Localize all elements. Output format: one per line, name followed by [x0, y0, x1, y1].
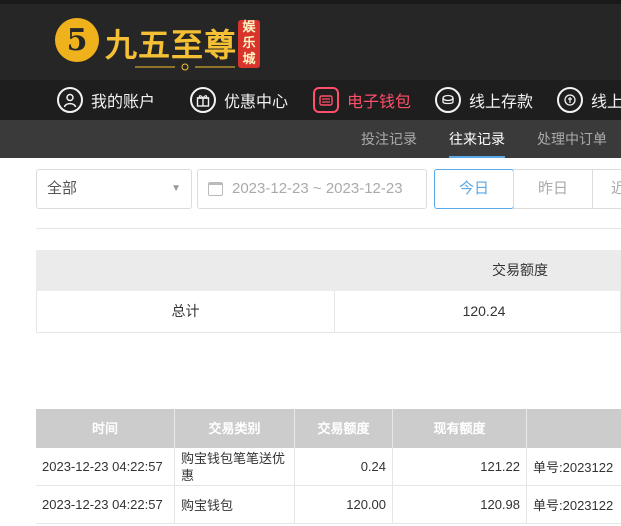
summary-header-label: 交易额度 — [492, 262, 548, 278]
cell-amount: 120.00 — [295, 486, 393, 523]
cell-balance: 120.98 — [393, 486, 527, 523]
cell-type: 购宝钱包笔笔送优惠 — [175, 448, 295, 485]
date-range-picker[interactable]: 2023-12-23 ~ 2023-12-23 — [197, 169, 427, 209]
deposit-icon — [435, 87, 461, 113]
today-button[interactable]: 今日 — [434, 169, 514, 209]
logo-ornament-icon — [135, 63, 235, 71]
yesterday-button[interactable]: 昨日 — [513, 169, 593, 209]
cell-amount: 0.24 — [295, 448, 393, 485]
nav-label: 线上存款 — [469, 94, 534, 111]
date-range-value: 2023-12-23 ~ 2023-12-23 — [232, 180, 403, 197]
table-row: 2023-12-23 04:22:57 购宝钱包笔笔送优惠 0.24 121.2… — [36, 448, 621, 486]
nav-e-wallet[interactable]: 电子钱包 — [313, 80, 411, 120]
summary-header: 交易额度 — [36, 250, 621, 291]
cell-balance: 121.22 — [393, 448, 527, 485]
column-header-type: 交易类别 — [175, 409, 295, 448]
summary-row: 总计 120.24 — [36, 291, 621, 333]
nav-promotions[interactable]: 优惠中心 — [190, 80, 288, 120]
brand-logo[interactable]: 5 九五至尊 娱乐城 — [55, 18, 275, 74]
tab-bet-records[interactable]: 投注记录 — [361, 120, 417, 158]
tab-pending-orders[interactable]: 处理中订单 — [537, 120, 607, 158]
nav-label: 线上 — [591, 94, 621, 111]
main-nav: 我的账户 优惠中心 电子钱包 线上存款 线上 — [0, 80, 621, 120]
user-icon — [57, 87, 83, 113]
nav-label: 我的账户 — [91, 94, 156, 111]
wallet-icon — [313, 87, 339, 113]
column-header-amount: 交易额度 — [295, 409, 393, 448]
calendar-icon — [208, 182, 223, 196]
nav-my-account[interactable]: 我的账户 — [57, 80, 155, 120]
brand-name: 九五至尊 — [105, 26, 238, 64]
summary-value: 120.24 — [462, 303, 506, 319]
column-header-balance: 现有额度 — [393, 409, 527, 448]
records-table-header: 时间 交易类别 交易额度 现有额度 — [36, 409, 621, 448]
cell-time: 2023-12-23 04:22:57 — [36, 486, 175, 523]
recent-button[interactable]: 近 — [592, 169, 621, 209]
cell-time: 2023-12-23 04:22:57 — [36, 448, 175, 485]
nav-label: 电子钱包 — [347, 94, 412, 111]
column-header-note — [527, 409, 621, 448]
table-row: 2023-12-23 04:22:57 购宝钱包 120.00 120.98 单… — [36, 486, 621, 524]
cell-type: 购宝钱包 — [175, 486, 295, 523]
nav-online-deposit[interactable]: 线上存款 — [435, 80, 533, 120]
site-header: 5 九五至尊 娱乐城 — [0, 0, 621, 80]
type-select[interactable]: 全部 ▼ — [36, 169, 192, 209]
sub-nav: 投注记录 往来记录 处理中订单 — [0, 120, 621, 158]
cell-note: 单号:2023122 — [533, 460, 614, 475]
caret-down-icon: ▼ — [171, 183, 181, 194]
divider — [36, 228, 621, 229]
summary-label: 总计 — [37, 291, 335, 332]
column-header-time: 时间 — [36, 409, 175, 448]
cell-note: 单号:2023122 — [533, 498, 614, 513]
nav-online-withdraw[interactable]: 线上 — [557, 80, 621, 120]
tab-transaction-records[interactable]: 往来记录 — [449, 120, 505, 158]
type-select-value: 全部 — [47, 180, 78, 197]
brand-tag: 娱乐城 — [238, 20, 260, 68]
gift-icon — [190, 87, 216, 113]
logo-emblem: 5 — [55, 18, 99, 62]
withdraw-icon — [557, 87, 583, 113]
logo-glyph: 5 — [66, 22, 88, 58]
nav-label: 优惠中心 — [224, 94, 289, 111]
